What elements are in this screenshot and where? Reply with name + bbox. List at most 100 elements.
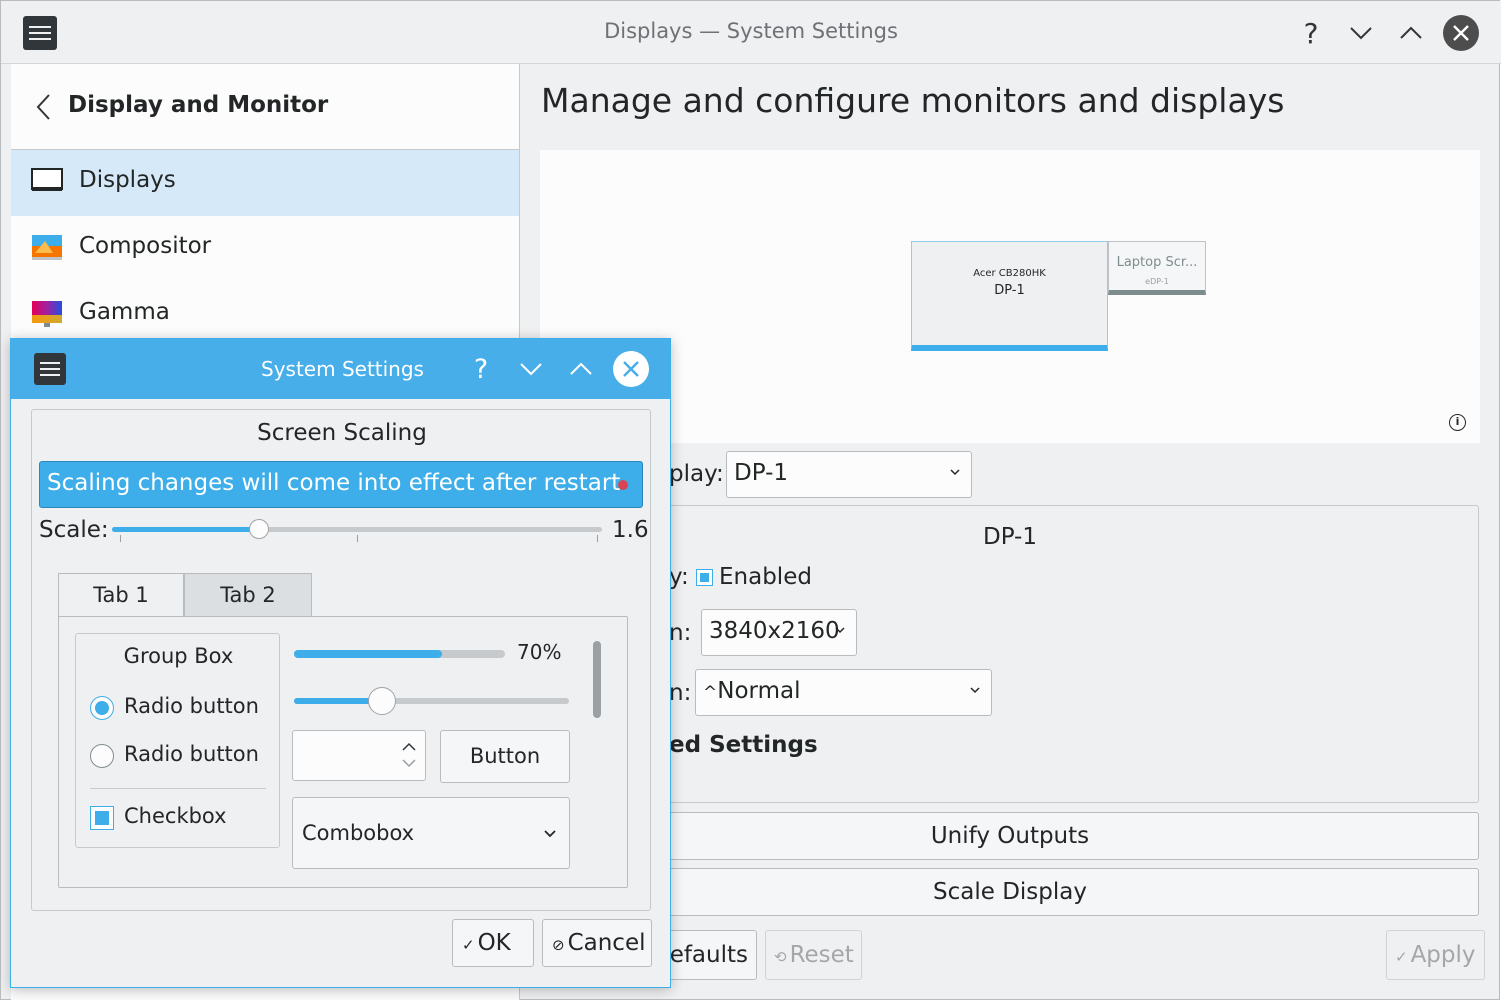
combobox-value: Combobox (302, 821, 415, 845)
push-button[interactable]: Button (440, 730, 570, 783)
ok-button[interactable]: ✓ OK (452, 919, 534, 967)
spinbox[interactable] (292, 730, 426, 781)
scale-slider-handle[interactable] (249, 519, 269, 539)
advanced-settings-label[interactable]: ed Settings (669, 732, 818, 758)
reset-button-label: Reset (789, 942, 854, 968)
checkbox-label: Checkbox (124, 804, 227, 828)
chevron-down-icon (970, 687, 980, 694)
chevron-down-icon (544, 830, 556, 838)
radio-button-2[interactable] (90, 744, 114, 768)
unify-outputs-button[interactable]: Unify Outputs (541, 812, 1479, 860)
orientation-value-text: Normal (717, 678, 801, 704)
monitor-arrangement-canvas[interactable]: Acer CB280HK DP-1 Laptop Scr... eDP-1 i (540, 150, 1480, 443)
progress-bar-fill (294, 650, 442, 658)
apply-button-label: Apply (1410, 942, 1476, 968)
horizontal-slider-handle[interactable] (368, 687, 396, 715)
group-box: Group Box Radio button Radio button Chec… (75, 633, 280, 848)
ok-button-label: OK (477, 930, 511, 956)
reset-icon: ⟲ (774, 948, 787, 966)
sidebar-header: Display and Monitor (11, 64, 519, 150)
check-icon: ✓ (462, 936, 475, 954)
output-section-title: DP-1 (982, 524, 1037, 550)
chevron-down-icon (950, 469, 960, 476)
check-icon: ✓ (1395, 948, 1408, 966)
radio-button-1-label: Radio button (124, 694, 259, 718)
sidebar-item-displays[interactable]: Displays (11, 150, 519, 216)
output-settings-frame: DP-1 (541, 505, 1479, 803)
close-icon (1453, 25, 1469, 41)
orientation-combobox-value: ^Normal (703, 678, 800, 704)
scale-display-button[interactable]: Scale Display (541, 868, 1479, 916)
sidebar-item-label: Compositor (79, 233, 212, 259)
chevron-down-icon (520, 363, 542, 376)
minimize-button[interactable] (1343, 15, 1379, 51)
progress-bar (294, 650, 505, 658)
back-arrow-icon[interactable] (33, 92, 55, 122)
cancel-button[interactable]: ⊘ Cancel (542, 919, 652, 967)
slider-tick (120, 535, 121, 542)
group-box-title: Group Box (123, 644, 234, 668)
dialog-minimize-button[interactable] (513, 351, 549, 387)
dialog-close-button[interactable] (613, 351, 649, 387)
enabled-checkbox[interactable] (696, 569, 713, 586)
chevron-down-icon[interactable] (401, 757, 417, 769)
horizontal-slider[interactable] (294, 698, 569, 704)
chevron-up-icon[interactable] (401, 741, 417, 753)
resolution-combobox[interactable]: 3840x2160 (701, 609, 857, 656)
window-title: Displays — System Settings (604, 19, 898, 43)
orientation-combobox[interactable]: ^Normal (695, 669, 992, 716)
progress-percent: 70% (517, 640, 562, 664)
divider (90, 788, 266, 789)
scale-slider[interactable] (112, 527, 602, 532)
scale-label: Scale: (39, 517, 109, 543)
checkbox[interactable] (90, 806, 114, 830)
combobox[interactable]: Combobox (292, 797, 570, 869)
dialog-title-bar[interactable]: System Settings ? (11, 339, 670, 399)
screen-scaling-panel: Screen Scaling Scaling changes will come… (31, 409, 651, 911)
settings-app-icon (23, 16, 57, 50)
chevron-up-icon (1400, 26, 1422, 39)
close-button[interactable] (1443, 15, 1479, 51)
dialog-maximize-button[interactable] (563, 351, 599, 387)
restart-notice-text: Scaling changes will come into effect af… (47, 470, 621, 496)
radio-button-1[interactable] (90, 696, 114, 720)
screen-scaling-title: Screen Scaling (257, 420, 427, 446)
monitor-port: eDP-1 (1145, 277, 1169, 286)
chevron-down-icon (835, 627, 845, 634)
display-combobox-value: DP-1 (734, 460, 789, 486)
help-button[interactable]: ? (1293, 15, 1329, 51)
tab-2[interactable]: Tab 2 (184, 573, 312, 617)
restart-notice-banner: Scaling changes will come into effect af… (39, 461, 643, 508)
info-icon[interactable]: i (1449, 414, 1466, 431)
tab-1[interactable]: Tab 1 (58, 573, 184, 617)
sidebar-item-compositor[interactable]: Compositor (11, 216, 519, 282)
slider-tick (597, 535, 598, 542)
close-icon (623, 361, 639, 377)
enabled-checkbox-label: Enabled (719, 564, 812, 590)
dialog-title: System Settings (261, 357, 424, 381)
apply-button[interactable]: ✓ Apply (1386, 930, 1485, 980)
title-bar[interactable]: Displays — System Settings ? (1, 1, 1501, 64)
monitor-laptop[interactable]: Laptop Scr... eDP-1 (1108, 241, 1206, 295)
resolution-combobox-value: 3840x2160 (709, 618, 840, 644)
cancel-button-label: Cancel (567, 930, 646, 956)
display-combobox[interactable]: DP-1 (726, 451, 972, 498)
radio-button-2-label: Radio button (124, 742, 259, 766)
display-label: play: (669, 461, 724, 487)
chevron-down-icon (1350, 27, 1372, 40)
page-title: Manage and configure monitors and displa… (541, 81, 1285, 120)
dialog-help-button[interactable]: ? (463, 351, 499, 387)
orientation-up-icon: ^ (703, 683, 718, 703)
monitor-name: Laptop Scr... (1116, 255, 1198, 270)
cancel-icon: ⊘ (552, 936, 565, 954)
orientation-label: n: (669, 680, 692, 706)
sidebar-item-label: Gamma (79, 299, 170, 325)
alert-dot-icon (618, 480, 628, 490)
reset-button[interactable]: ⟲ Reset (765, 930, 862, 980)
slider-tick (357, 535, 358, 542)
sidebar-title: Display and Monitor (68, 92, 329, 118)
maximize-button[interactable] (1393, 15, 1429, 51)
monitor-acer[interactable]: Acer CB280HK DP-1 (911, 241, 1108, 351)
scrollbar[interactable] (593, 641, 601, 718)
display-icon (31, 168, 63, 191)
